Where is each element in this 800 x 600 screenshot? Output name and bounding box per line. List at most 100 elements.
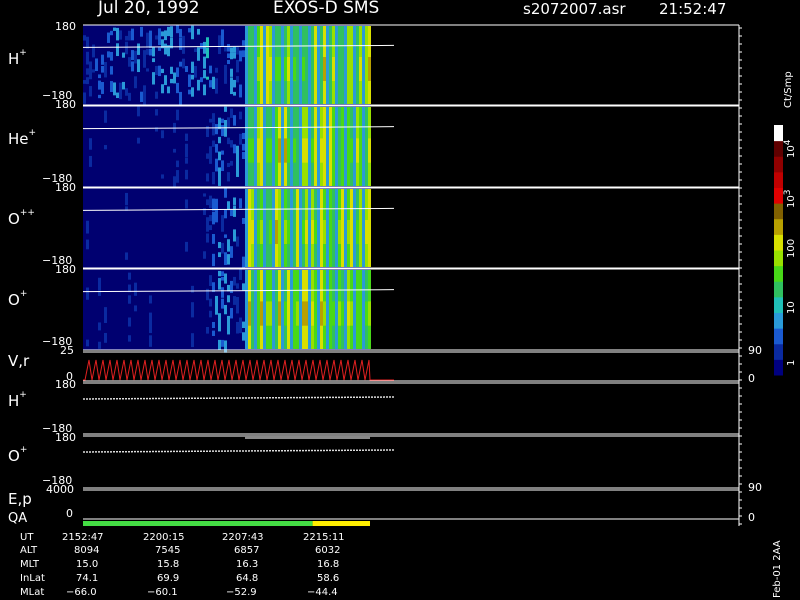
spectrogram-cell [290, 270, 293, 349]
spectrogram-cell [269, 57, 272, 81]
spectrogram-cell [191, 333, 194, 344]
spectrogram-cell [152, 47, 155, 57]
spectrogram-cell [116, 92, 119, 99]
spectrogram-cell [98, 74, 101, 79]
spectrogram-cell [362, 26, 365, 104]
spectrogram-cell [269, 220, 272, 244]
orbit-value: −52.9 [226, 587, 257, 598]
colorbar-swatch [774, 140, 783, 157]
spectrogram-cell [209, 80, 212, 88]
spectrogram-cell [233, 296, 236, 305]
spectrogram-cell [104, 62, 107, 75]
spectrogram-cell [137, 59, 140, 73]
spectrogram-cell [209, 276, 212, 280]
spectrogram-cell [128, 92, 131, 101]
panel-ymax-ep: 4000 [46, 483, 74, 496]
spectrogram-cell [275, 107, 278, 186]
spectrogram-cell [293, 138, 296, 163]
colorbar-swatch [774, 343, 783, 360]
spectrogram-cell [242, 40, 245, 46]
lower-h-plus-trace [82, 396, 395, 400]
spectrogram-cell [317, 107, 320, 186]
spectrogram-cell [104, 73, 107, 78]
spectrogram-cell [296, 189, 299, 267]
orbit-value: 2207:43 [222, 532, 264, 543]
spectrogram-cell [200, 43, 203, 49]
spectrogram-cell [233, 46, 236, 53]
spectrogram-cell [218, 252, 221, 258]
spectrogram-cell [326, 107, 329, 186]
spectrogram-cell [233, 197, 236, 205]
spectrogram-cell [302, 138, 305, 163]
spectrogram-cell [170, 66, 173, 74]
spectrogram-cell [248, 189, 251, 267]
spectrogram-cell [218, 339, 221, 351]
spectrogram-cell [236, 46, 239, 55]
spectrogram-cell [89, 61, 92, 72]
spectrogram-cell [362, 107, 365, 186]
spectrogram-cell [308, 270, 311, 349]
spectrogram-cell [293, 270, 296, 349]
orbit-row-label: MLT [20, 559, 39, 570]
spectrogram-cell [284, 138, 287, 163]
spectrogram-cell [281, 189, 284, 267]
panel-label-ep: E,p [8, 490, 32, 508]
spectrogram-cell [206, 233, 209, 243]
spectrogram-cell [203, 193, 206, 197]
colorbar-swatch [774, 187, 783, 204]
spectrogram-cell [125, 252, 128, 260]
spectrogram-cell [215, 198, 218, 211]
spectrogram-cell [356, 26, 359, 104]
spectrogram-cell [170, 26, 173, 37]
spectrogram-cell [356, 138, 359, 163]
orbit-value: 15.8 [157, 559, 180, 570]
spectrogram-cell [269, 138, 272, 163]
spectrogram-cell [242, 256, 245, 268]
spectrogram-cell [185, 157, 188, 164]
spectrogram-cell [224, 209, 227, 219]
panel-label-vr: V,r [8, 352, 30, 370]
colorbar-tick: 1 [786, 359, 797, 366]
spectrogram-cell [230, 246, 233, 258]
spectrogram-cell [290, 107, 293, 186]
spectrogram-cell [116, 27, 119, 41]
spectrogram-cell [251, 220, 254, 244]
spectrogram-cell [278, 138, 281, 163]
spectrogram-cell [86, 51, 89, 65]
spectrogram-cell [347, 301, 350, 326]
spectrogram-cell [347, 26, 350, 104]
spectrogram-cell [353, 107, 356, 186]
panel-ymax-o-plusplus: 180 [55, 181, 76, 194]
spectrogram-cell [179, 37, 182, 50]
spectrogram-cell [233, 115, 236, 126]
spectrogram-cell [209, 225, 212, 231]
colorbar-tick: 104 [783, 139, 797, 158]
spectrogram-cell [152, 58, 155, 63]
spectrogram-cell [230, 308, 233, 315]
spectrogram-cell [221, 298, 224, 309]
spectrogram-cell [113, 82, 116, 96]
spectrogram-cell [362, 270, 365, 349]
spectrogram-cell [155, 68, 158, 75]
spectrogram-cell [221, 242, 224, 254]
orbit-value: 64.8 [236, 573, 259, 584]
spectrogram-cell [239, 111, 242, 120]
spectrogram-cell [101, 66, 104, 73]
spectrogram-cell [275, 57, 278, 81]
spectrogram-cell [359, 57, 362, 81]
spectrogram-cell [320, 138, 323, 163]
spectrogram-cell [233, 52, 236, 59]
spectrogram-cell [254, 107, 257, 186]
spectrogram-cell [302, 57, 305, 81]
spectrogram-cell [230, 284, 233, 289]
spectrogram-cell [167, 45, 170, 51]
spectrogram-cell [140, 91, 143, 102]
colorbar-swatch [774, 265, 783, 282]
lower-label-h-plus: H+ [8, 390, 27, 410]
exos-d-sms-plot [82, 24, 783, 526]
spectrogram-cell [248, 301, 251, 326]
panel-right-min-vr: 0 [748, 372, 755, 385]
spectrogram-cell [134, 50, 137, 64]
spectrogram-cell [197, 47, 200, 54]
spectrogram-cell [128, 317, 131, 327]
